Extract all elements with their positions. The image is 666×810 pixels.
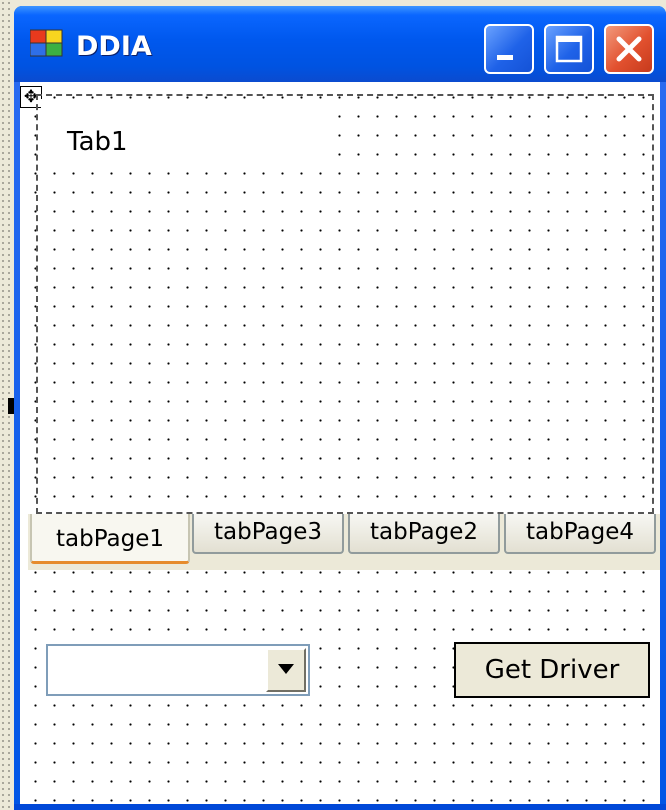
tab-page-label: Tab1 [67,127,128,157]
tab-strip: tabPage1 tabPage3 tabPage2 tabPage4 [28,514,660,570]
minimize-icon [497,55,513,60]
tab-tabpage4[interactable]: tabPage4 [504,514,656,554]
windows-form-icon [30,29,63,57]
close-button[interactable] [604,24,654,74]
get-driver-button[interactable]: Get Driver [454,642,650,698]
dropdown-button[interactable] [266,648,306,692]
tab-control[interactable]: Tab1 [36,94,654,514]
combobox-input[interactable] [50,648,266,692]
form-window: DDIA ✥ Tab1 tabPage1 tabPage3 tabPage2 t… [14,6,666,810]
maximize-button[interactable] [544,24,594,74]
window-title: DDIA [76,31,152,62]
form-client-area: ✥ Tab1 tabPage1 tabPage3 tabPage2 tabPag… [20,82,660,804]
chevron-down-icon [278,664,294,674]
title-bar[interactable]: DDIA [14,6,666,82]
tab-page-label-area: Tab1 [41,99,331,163]
close-icon [616,36,642,62]
tab-tabpage2[interactable]: tabPage2 [348,514,500,554]
minimize-button[interactable] [484,24,534,74]
window-bottom-border [14,804,666,810]
tab-tabpage1[interactable]: tabPage1 [30,514,190,564]
driver-combobox[interactable] [46,644,310,696]
tab-page-content: Tab1 [41,99,649,509]
maximize-icon [555,35,583,63]
tab-tabpage3[interactable]: tabPage3 [192,514,344,554]
